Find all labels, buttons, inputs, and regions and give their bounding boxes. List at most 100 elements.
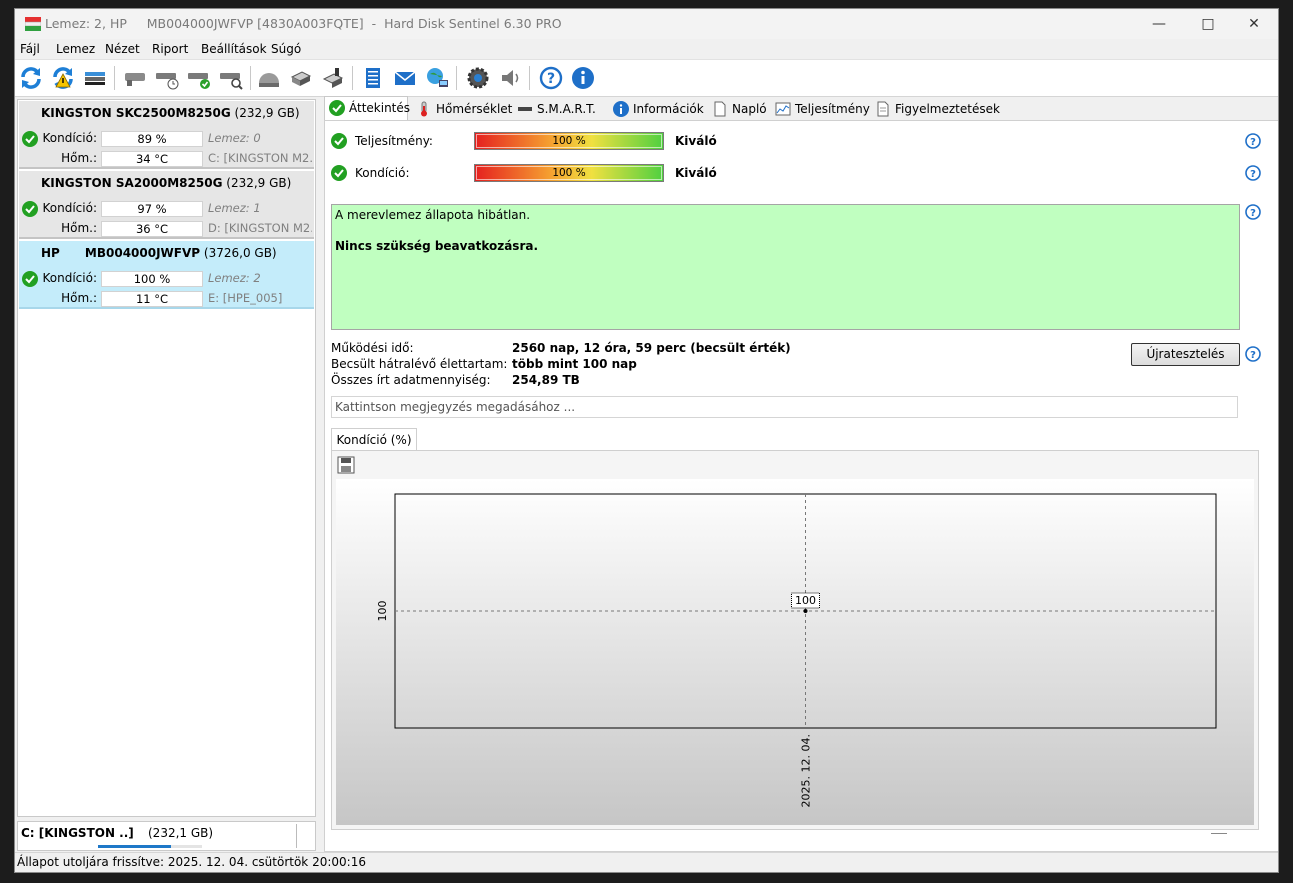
chart-background bbox=[336, 479, 1254, 825]
tab-label: Napló bbox=[732, 102, 767, 116]
tab-strip: Áttekintés Hőmérséklet S.M.A.R.T. Inform… bbox=[320, 96, 1278, 121]
tab-information[interactable]: Információk bbox=[613, 98, 704, 120]
tab-performance[interactable]: Teljesítmény bbox=[775, 98, 870, 120]
help-icon[interactable]: ? bbox=[1245, 133, 1261, 149]
written-data-label: Összes írt adatmennyiség: bbox=[331, 373, 491, 387]
help-icon[interactable]: ? bbox=[1245, 204, 1261, 220]
temp-value: 11 °C bbox=[101, 291, 203, 307]
help-icon[interactable]: ? bbox=[1245, 165, 1261, 181]
info-icon[interactable] bbox=[570, 65, 596, 91]
volume-splitter bbox=[296, 824, 297, 848]
disk-model: KINGSTON SA2000M8250G bbox=[41, 176, 223, 190]
warnings-document-icon bbox=[877, 101, 889, 117]
disk-title: HP MB004000JWFVP (3726,0 GB) bbox=[41, 246, 277, 260]
title-bar: Lemez: 2, HP MB004000JWFVP [4830A003FQTE… bbox=[15, 9, 1278, 39]
hdd-icon[interactable] bbox=[122, 65, 148, 91]
condition-bar: 100 % bbox=[474, 164, 664, 182]
save-icon[interactable] bbox=[337, 456, 355, 474]
svg-text:?: ? bbox=[1250, 137, 1256, 148]
document-icon bbox=[714, 101, 726, 117]
condition-label: Kondíció: bbox=[42, 201, 98, 215]
window-title: Lemez: 2, HP MB004000JWFVP [4830A003FQTE… bbox=[45, 16, 562, 31]
performance-value: 100 % bbox=[552, 135, 586, 147]
disk-item-selected[interactable]: HP MB004000JWFVP (3726,0 GB) Kondíció: 1… bbox=[19, 241, 314, 309]
check-icon bbox=[22, 271, 38, 287]
svg-text:?: ? bbox=[1250, 350, 1256, 361]
performance-bar: 100 % bbox=[474, 132, 664, 150]
chart-tab-condition[interactable]: Kondíció (%) bbox=[331, 428, 417, 451]
refresh-icon[interactable] bbox=[18, 65, 44, 91]
temp-label: Hőm.: bbox=[61, 291, 97, 305]
check-icon bbox=[331, 133, 347, 149]
svg-text:?: ? bbox=[1250, 169, 1256, 180]
tab-label: Teljesítmény bbox=[795, 102, 870, 116]
status-message-box: A merevlemez állapota hibátlan. Nincs sz… bbox=[331, 204, 1240, 330]
check-icon bbox=[329, 100, 345, 116]
menu-settings[interactable]: Beállítások bbox=[201, 42, 267, 56]
overview-panel: Teljesítmény: 100 % Kiváló ? Kondíció: 1… bbox=[324, 120, 1278, 852]
help-icon[interactable]: ? bbox=[1245, 346, 1261, 362]
menu-help[interactable]: Súgó bbox=[271, 42, 301, 56]
volume-size: (232,1 GB) bbox=[148, 826, 214, 840]
sound-icon[interactable] bbox=[497, 65, 523, 91]
minimize-button[interactable]: — bbox=[1136, 9, 1182, 39]
condition-chart: 100 2025. 12. 04. 100 bbox=[336, 479, 1254, 825]
condition-value: 89 % bbox=[101, 131, 203, 147]
disk-drive-icon[interactable] bbox=[82, 65, 108, 91]
maximize-button[interactable]: □ bbox=[1185, 9, 1231, 39]
disk-export-icon[interactable] bbox=[320, 65, 346, 91]
tab-label: Áttekintés bbox=[349, 101, 411, 115]
x-tick-label: 2025. 12. 04. bbox=[800, 734, 813, 807]
disk-size: (232,9 GB) bbox=[226, 176, 292, 190]
close-button[interactable]: ✕ bbox=[1231, 9, 1277, 39]
retest-button[interactable]: Újratesztelés bbox=[1131, 343, 1240, 366]
volume-usage-fill bbox=[98, 845, 171, 848]
disk-index: Lemez: 1 bbox=[208, 201, 261, 215]
tab-label: Információk bbox=[633, 102, 704, 116]
refresh-all-warning-icon[interactable] bbox=[50, 65, 76, 91]
report-icon[interactable] bbox=[360, 65, 386, 91]
action-message: Nincs szükség beavatkozásra. bbox=[335, 239, 539, 253]
disk-size: (3726,0 GB) bbox=[203, 246, 277, 260]
gear-icon[interactable] bbox=[465, 65, 491, 91]
tab-overview[interactable]: Áttekintés bbox=[324, 96, 411, 121]
menu-file[interactable]: Fájl bbox=[20, 42, 40, 56]
disk-copy-icon[interactable] bbox=[288, 65, 314, 91]
network-icon[interactable] bbox=[424, 65, 450, 91]
hdd-schedule-icon[interactable] bbox=[154, 65, 180, 91]
hdd-check-icon[interactable] bbox=[186, 65, 212, 91]
disk-volume: D: [KINGSTON M2.2] bbox=[208, 221, 312, 235]
note-input[interactable]: Kattintson megjegyzés megadásához ... bbox=[331, 396, 1238, 418]
menu-disk[interactable]: Lemez bbox=[56, 42, 95, 56]
tab-log[interactable]: Napló bbox=[712, 98, 767, 120]
temp-label: Hőm.: bbox=[61, 151, 97, 165]
disk-item[interactable]: KINGSTON SA2000M8250G (232,9 GB) Kondíci… bbox=[19, 171, 314, 239]
menu-bar: Fájl Lemez Nézet Riport Beállítások Súgó bbox=[15, 39, 1278, 59]
smart-icon bbox=[518, 107, 532, 111]
status-message: A merevlemez állapota hibátlan. bbox=[335, 208, 531, 222]
tab-smart[interactable]: S.M.A.R.T. bbox=[517, 98, 596, 120]
volume-bar[interactable]: C: [KINGSTON ..] (232,1 GB) bbox=[17, 821, 316, 851]
volume-name: C: [KINGSTON ..] bbox=[21, 826, 134, 840]
condition-value: 97 % bbox=[101, 201, 203, 217]
condition-value: 100 % bbox=[552, 167, 586, 179]
disk-size: (232,9 GB) bbox=[234, 106, 300, 120]
disk-surface-icon[interactable] bbox=[256, 65, 282, 91]
tab-warnings[interactable]: Figyelmeztetések bbox=[875, 98, 1000, 120]
disk-model: HP MB004000JWFVP bbox=[41, 246, 201, 260]
panel-collapse-handle[interactable] bbox=[1211, 833, 1227, 834]
tab-temperature[interactable]: Hőmérséklet bbox=[416, 98, 512, 120]
condition-rating: Kiváló bbox=[675, 166, 717, 180]
temp-label: Hőm.: bbox=[61, 221, 97, 235]
disk-item[interactable]: KINGSTON SKC2500M8250G (232,9 GB) Kondíc… bbox=[19, 101, 314, 169]
hdd-search-icon[interactable] bbox=[218, 65, 244, 91]
toolbar-separator bbox=[250, 66, 251, 90]
email-icon[interactable] bbox=[392, 65, 418, 91]
info-icon bbox=[613, 101, 629, 117]
help-icon[interactable]: ? bbox=[538, 65, 564, 91]
uptime-label: Működési idő: bbox=[331, 341, 414, 355]
remaining-life-value: több mint 100 nap bbox=[512, 357, 637, 371]
menu-report[interactable]: Riport bbox=[152, 42, 188, 56]
menu-view[interactable]: Nézet bbox=[105, 42, 140, 56]
volume-usage-bar bbox=[98, 845, 202, 848]
